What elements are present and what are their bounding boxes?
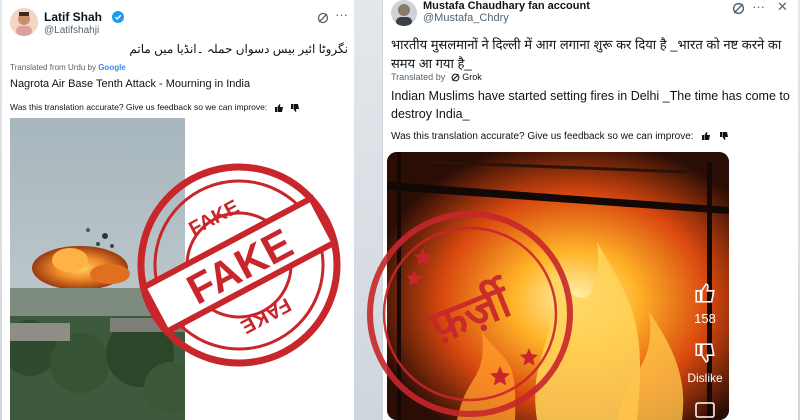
- avatar[interactable]: [391, 0, 417, 26]
- translated-by-prefix: Translated by: [391, 72, 446, 82]
- feedback-prompt-text: Was this translation accurate? Give us f…: [10, 102, 268, 112]
- original-text: نگروٹا ائیر بیس دسواں حملہ ۔انڈیا میں ما…: [129, 42, 348, 56]
- comment-icon: [695, 402, 715, 418]
- avatar-image: [391, 0, 417, 26]
- stamp-label-top: FAKE: [185, 196, 242, 240]
- avatar-image: [10, 8, 38, 36]
- grok-icon[interactable]: [317, 12, 329, 26]
- dislike-label: Dislike: [687, 371, 723, 385]
- translated-from-prefix: Translated from Urdu by: [10, 63, 96, 72]
- grok-logo-icon: [448, 72, 463, 82]
- display-name[interactable]: Mustafa Chaudhary fan account: [423, 0, 590, 12]
- translated-from-label: Translated from Urdu by Google: [10, 63, 126, 72]
- thumbs-down-icon[interactable]: [290, 102, 300, 112]
- thumbs-down-icon[interactable]: [719, 131, 729, 142]
- google-logo: Google: [98, 63, 126, 72]
- translation-feedback-prompt: Was this translation accurate? Give us f…: [10, 102, 300, 113]
- stamp-label-main: FAKE: [179, 219, 300, 313]
- more-icon[interactable]: ···: [752, 0, 765, 13]
- translated-text: Indian Muslims have started setting fire…: [391, 89, 790, 121]
- comments-button[interactable]: [687, 402, 723, 420]
- original-text: भारतीय मुसलमानों ने दिल्ली में आग लगाना …: [391, 37, 782, 71]
- handle[interactable]: @Mustafa_Chdry: [423, 12, 509, 24]
- display-name[interactable]: Latif Shah: [44, 10, 102, 24]
- thumbs-up-icon: [695, 283, 715, 303]
- fire-video[interactable]: [387, 152, 729, 420]
- thumbs-up-icon[interactable]: [274, 102, 286, 112]
- thumbs-up-icon[interactable]: [701, 131, 714, 142]
- thumbs-down-icon: [695, 343, 715, 363]
- like-button[interactable]: 158: [687, 282, 723, 326]
- right-tweet-card: Mustafa Chaudhary fan account @Mustafa_C…: [382, 0, 798, 420]
- close-icon[interactable]: ✕: [777, 0, 788, 13]
- more-icon[interactable]: ···: [335, 8, 348, 21]
- handle[interactable]: @Latifshahji: [44, 25, 99, 36]
- translated-text: Nagrota Air Base Tenth Attack - Mourning…: [10, 78, 251, 90]
- verified-badge-icon: [112, 10, 124, 28]
- left-tweet-card: Latif Shah @Latifshahji ··· نگروٹا ائیر …: [2, 0, 354, 420]
- stamp-label-bottom: FAKE: [237, 293, 294, 337]
- translated-by-label: Translated by Grok: [391, 72, 482, 82]
- translation-feedback-prompt: Was this translation accurate? Give us f…: [391, 131, 729, 142]
- avatar[interactable]: [10, 8, 38, 36]
- grok-icon[interactable]: [732, 2, 745, 17]
- dislike-button[interactable]: Dislike: [679, 342, 731, 385]
- like-count: 158: [694, 311, 716, 326]
- translator-name: Grok: [462, 72, 482, 82]
- explosion-video[interactable]: [10, 118, 185, 420]
- feedback-prompt-text: Was this translation accurate? Give us f…: [391, 131, 694, 142]
